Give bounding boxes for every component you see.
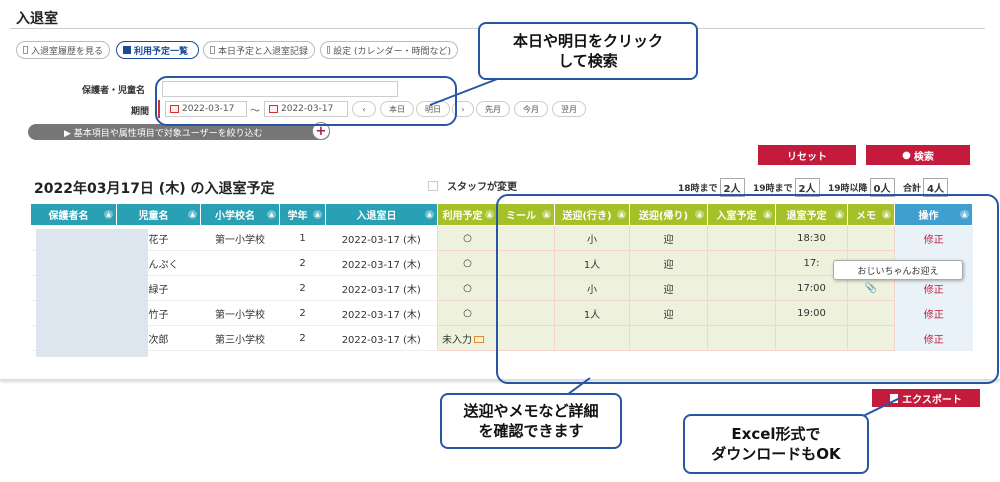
pointer-search [429,75,506,106]
callout-search: 本日や明日をクリック して検索 [478,22,698,80]
callout-excel: Excel形式で ダウンロードもOK [683,414,869,474]
callout-detail: 送迎やメモなど詳細 を確認できます [440,393,622,449]
